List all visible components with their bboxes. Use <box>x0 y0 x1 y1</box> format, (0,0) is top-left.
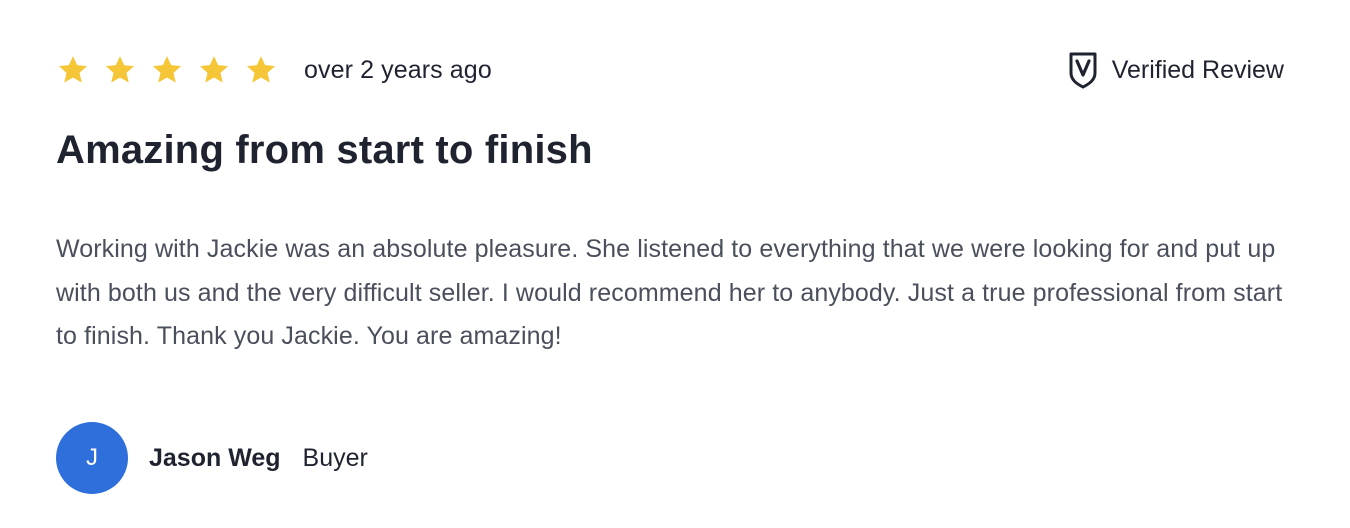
reviewer-info: J Jason Weg Buyer <box>56 422 368 494</box>
star-rating <box>56 53 278 87</box>
review-title: Amazing from start to finish <box>56 128 593 172</box>
star-icon <box>152 56 182 83</box>
review-body: Working with Jackie was an absolute plea… <box>56 235 1283 350</box>
verified-badge: Verified Review <box>1068 51 1284 89</box>
shield-check-icon <box>1069 52 1097 89</box>
reviewer-role: Buyer <box>302 443 368 472</box>
avatar: J <box>56 422 128 494</box>
star-icon <box>246 56 276 83</box>
verified-label: Verified Review <box>1111 55 1284 84</box>
reviewer-name: Jason Weg <box>149 443 281 472</box>
star-icon <box>105 56 135 83</box>
review-card: over 2 years ago Verified Review Amazing… <box>0 0 1350 528</box>
star-icon <box>199 56 229 83</box>
review-header: over 2 years ago Verified Review <box>56 48 1284 92</box>
rating-group: over 2 years ago <box>56 53 492 87</box>
review-date: over 2 years ago <box>304 55 492 84</box>
star-icon <box>58 56 88 83</box>
